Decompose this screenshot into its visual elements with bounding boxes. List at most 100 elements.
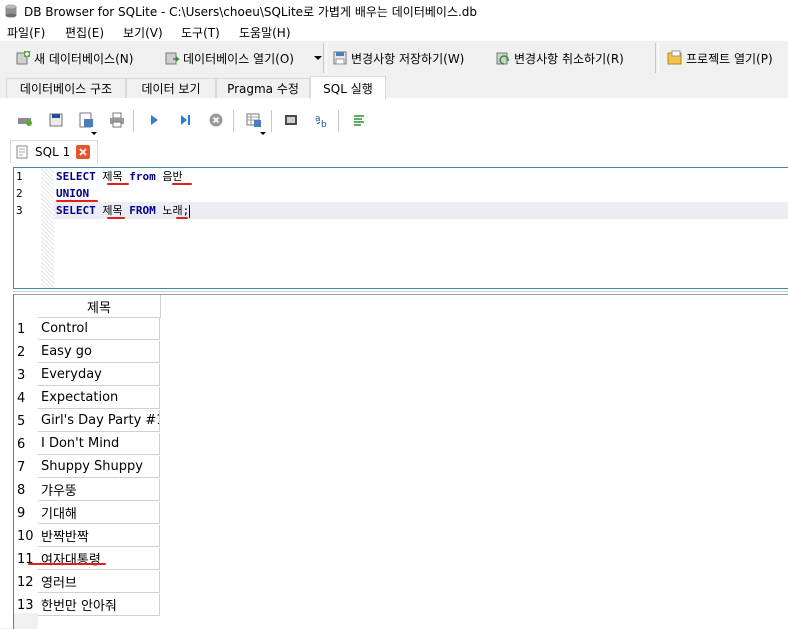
svg-text:b: b [321, 120, 327, 128]
menu-edit[interactable]: 편집(E) [65, 24, 104, 41]
save-results-button[interactable] [244, 110, 264, 130]
menu-bar: 파일(F) 편집(E) 보기(V) 도구(T) 도움말(H) [0, 22, 788, 41]
open-sql-button[interactable] [46, 110, 66, 130]
write-changes-button[interactable]: 변경사항 저장하기(W) [332, 49, 464, 67]
table-cell[interactable]: 갸우뚱 [38, 479, 160, 501]
execute-line-button[interactable] [175, 110, 195, 130]
annotation-underline [107, 183, 129, 185]
comment-button[interactable] [349, 110, 369, 130]
annotation-underline [56, 200, 98, 202]
save-sql-button[interactable] [76, 110, 96, 130]
open-project-icon [667, 50, 682, 65]
row-header[interactable]: 12 [14, 571, 38, 593]
sql-text: 노래; [155, 204, 190, 217]
open-project-label: 프로젝트 열기(P) [686, 51, 773, 66]
write-changes-icon [333, 51, 347, 65]
main-toolbar: 새 데이터베이스(N) 데이터베이스 열기(O) 변경사항 저장하기(W) 변경… [0, 41, 788, 76]
table-cell[interactable]: Expectation [38, 387, 160, 409]
main-tabs: 데이터베이스 구조 데이터 보기 Pragma 수정 SQL 실행 [0, 76, 788, 99]
row-header[interactable]: 8 [14, 479, 38, 501]
sql-tab-icon [16, 145, 28, 159]
open-project-button[interactable]: 프로젝트 열기(P) [667, 49, 773, 67]
sql-text: 음반 [155, 170, 183, 183]
tab-execute-sql[interactable]: SQL 실행 [310, 76, 386, 99]
open-database-icon [165, 52, 180, 65]
find-button[interactable] [281, 110, 301, 130]
open-database-dropdown[interactable] [314, 56, 322, 60]
open-database-button[interactable]: 데이터베이스 열기(O) [164, 49, 294, 67]
results-grid[interactable]: 제목 1 Control 2 Easy go 3 Everyday 4 Expectation… [13, 294, 788, 629]
menu-view[interactable]: 보기(V) [123, 24, 163, 41]
tab-database-structure[interactable]: 데이터베이스 구조 [6, 78, 126, 98]
row-header[interactable]: 5 [14, 410, 38, 432]
open-tab-icon [18, 118, 32, 126]
save-results-icon [246, 113, 261, 127]
comment-icon [354, 115, 364, 126]
sql-keyword: from [129, 170, 156, 183]
fold-margin [41, 168, 54, 288]
new-database-button[interactable]: 새 데이터베이스(N) [15, 49, 133, 67]
sql-tab-label: SQL 1 [35, 145, 71, 159]
column-header[interactable]: 제목 [38, 295, 161, 318]
toolbar-separator [323, 43, 327, 73]
grid-corner[interactable] [14, 295, 38, 317]
row-header[interactable]: 7 [14, 456, 38, 478]
table-cell[interactable]: 여자대통령 [38, 548, 160, 570]
table-cell[interactable]: Shuppy Shuppy [38, 456, 160, 478]
row-header[interactable]: 2 [14, 341, 38, 363]
table-cell[interactable]: I Don't Mind [38, 433, 160, 455]
table-cell[interactable]: Everyday [38, 364, 160, 386]
tab-edit-pragmas[interactable]: Pragma 수정 [216, 78, 310, 98]
annotation-underline [107, 217, 125, 219]
row-header[interactable]: 9 [14, 502, 38, 524]
sql-editor[interactable]: 1 2 3 SELECT 제목 from 음반 UNION SELECT 제목 … [13, 167, 788, 289]
revert-changes-icon [496, 52, 509, 65]
table-cell[interactable]: 한번만 안아줘 [38, 594, 160, 616]
save-results-dropdown[interactable] [260, 132, 266, 135]
table-cell[interactable]: Control [38, 318, 160, 340]
close-tab-icon[interactable] [76, 145, 91, 159]
row-header[interactable]: 11 [14, 548, 38, 570]
menu-tools[interactable]: 도구(T) [181, 24, 220, 41]
sql-keyword: SELECT [56, 204, 96, 217]
find-replace-button[interactable]: a b [312, 110, 332, 130]
tab-browse-data[interactable]: 데이터 보기 [126, 78, 216, 98]
row-header[interactable]: 3 [14, 364, 38, 386]
row-header[interactable]: 4 [14, 387, 38, 409]
row-header[interactable]: 1 [14, 318, 38, 340]
window-title: DB Browser for SQLite - C:\Users\choeu\S… [24, 5, 478, 19]
splitter[interactable] [13, 291, 788, 292]
print-button[interactable] [107, 110, 127, 130]
menu-file[interactable]: 파일(F) [7, 24, 45, 41]
stop-icon [209, 113, 223, 127]
revert-changes-button[interactable]: 변경사항 취소하기(R) [495, 49, 624, 67]
table-cell[interactable]: 기대해 [38, 502, 160, 524]
sql-panel: a b SQL 1 1 2 3 SELECT 제목 from 음반 UNION … [0, 98, 788, 629]
table-cell[interactable]: Easy go [38, 341, 160, 363]
row-header[interactable]: 10 [14, 525, 38, 547]
table-cell[interactable]: 영러브 [38, 571, 160, 593]
line-number: 3 [16, 204, 23, 217]
sql-keyword: FROM [129, 204, 156, 217]
open-sql-icon [49, 113, 63, 127]
row-header[interactable]: 6 [14, 433, 38, 455]
sql-editor-tab[interactable]: SQL 1 [10, 140, 98, 163]
text-caret [189, 204, 191, 218]
toolbar-separator [233, 110, 234, 132]
database-icon [5, 4, 17, 18]
table-cell[interactable]: Girl's Day Party #1 [38, 410, 160, 432]
find-icon [285, 115, 297, 125]
line-number: 2 [16, 187, 23, 200]
find-replace-icon: a b [315, 114, 327, 128]
sql-text: 제목 [95, 170, 130, 183]
execute-all-button[interactable] [144, 110, 164, 130]
line-number: 1 [16, 170, 23, 183]
save-sql-dropdown[interactable] [91, 132, 97, 135]
open-database-label: 데이터베이스 열기(O) [183, 51, 294, 66]
grid-bottom [14, 613, 38, 629]
stop-button[interactable] [206, 110, 226, 130]
menu-help[interactable]: 도움말(H) [239, 24, 291, 41]
table-cell[interactable]: 반짝반짝 [38, 525, 160, 547]
sql-toolbar: a b [0, 106, 788, 135]
open-tab-button[interactable] [15, 110, 35, 130]
